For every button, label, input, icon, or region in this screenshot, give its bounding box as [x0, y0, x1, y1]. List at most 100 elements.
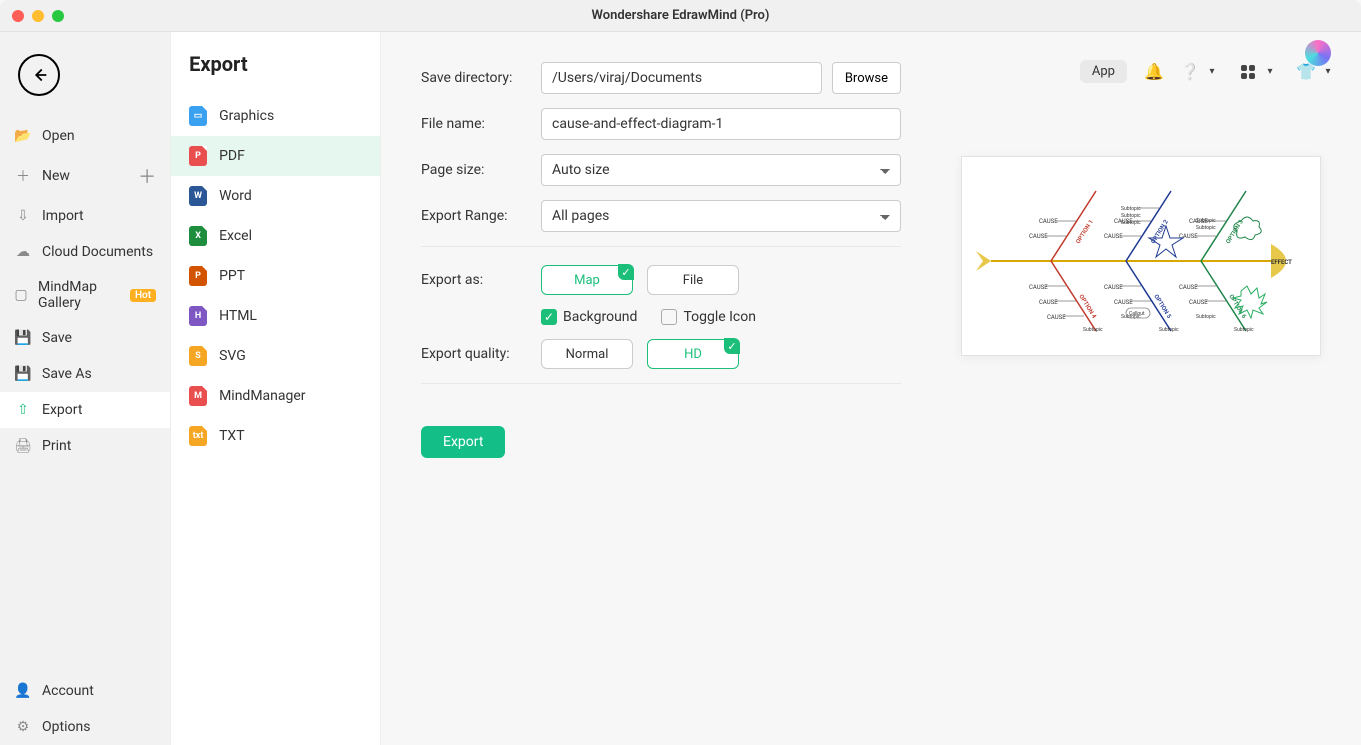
svg-text:CAUSE: CAUSE	[1039, 299, 1058, 306]
quality-label: Export quality:	[421, 346, 541, 362]
shirt-icon[interactable]: 👕	[1297, 63, 1315, 81]
svg-text:Subtopic: Subtopic	[1121, 213, 1141, 219]
pagesize-select[interactable]: Auto size	[541, 154, 901, 186]
sidebar-item-save[interactable]: 💾Save	[0, 320, 170, 356]
svg-text:Subtopic: Subtopic	[1234, 327, 1254, 333]
plus-circle-icon: ＋	[14, 167, 32, 185]
svg-text:CAUSE: CAUSE	[1039, 218, 1058, 225]
txt-icon: txt	[189, 426, 207, 446]
ppt-icon: P	[189, 266, 207, 286]
exportas-file-button[interactable]: File	[647, 265, 739, 295]
pagesize-label: Page size:	[421, 162, 541, 178]
gear-icon: ⚙	[14, 718, 32, 736]
help-caret-icon[interactable]: ▾	[1203, 63, 1221, 81]
save-dir-input[interactable]	[541, 62, 822, 94]
checkbox-checked-icon: ✓	[541, 309, 557, 325]
export-title: Export	[171, 52, 380, 96]
pdf-icon: P	[189, 146, 207, 166]
sidebar-label: Print	[42, 438, 71, 454]
format-ppt[interactable]: PPPT	[171, 256, 380, 296]
svg-text:Subtopic: Subtopic	[1121, 220, 1141, 226]
svg-text:CAUSE: CAUSE	[1029, 284, 1048, 291]
format-graphics[interactable]: ▭Graphics	[171, 96, 380, 136]
save-dir-label: Save directory:	[421, 70, 541, 86]
range-select[interactable]: All pages	[541, 200, 901, 232]
export-button[interactable]: Export	[421, 426, 505, 458]
apps-grid-icon[interactable]	[1239, 63, 1257, 81]
titlebar: Wondershare EdrawMind (Pro)	[0, 0, 1361, 32]
format-mindmanager[interactable]: MMindManager	[171, 376, 380, 416]
toggleicon-checkbox[interactable]: Toggle Icon	[661, 309, 756, 325]
svg-text:CAUSE: CAUSE	[1104, 284, 1123, 291]
svg-icon: S	[189, 346, 207, 366]
svg-text:Subtopic: Subtopic	[1196, 218, 1216, 224]
svg-text:Subtopic: Subtopic	[1196, 314, 1216, 320]
range-label: Export Range:	[421, 208, 541, 224]
sidebar-label: Cloud Documents	[42, 244, 153, 260]
format-html[interactable]: HHTML	[171, 296, 380, 336]
quality-normal-button[interactable]: Normal	[541, 339, 633, 369]
apps-caret-icon[interactable]: ▾	[1261, 63, 1279, 81]
svg-text:Callout: Callout	[1129, 311, 1145, 317]
format-pdf[interactable]: PPDF	[171, 136, 380, 176]
left-sidebar: 📂Open ＋ New ＋ ⇩Import ☁ Cloud Documents ▢Mi…	[0, 32, 171, 745]
svg-text:Subtopic: Subtopic	[1121, 206, 1141, 212]
exportas-map-button[interactable]: Map	[541, 265, 633, 295]
exportas-label: Export as:	[421, 272, 541, 288]
shirt-caret-icon[interactable]: ▾	[1319, 63, 1337, 81]
sidebar-label: New	[42, 168, 70, 184]
format-word[interactable]: WWord	[171, 176, 380, 216]
svg-text:Subtopic: Subtopic	[1196, 225, 1216, 231]
minimize-window[interactable]	[32, 10, 44, 22]
preview-thumbnail: EFFECT	[961, 156, 1321, 356]
background-checkbox[interactable]: ✓Background	[541, 309, 637, 325]
sidebar-item-cloud[interactable]: ☁ Cloud Documents	[0, 234, 170, 270]
svg-text:OPTION 2: OPTION 2	[1150, 218, 1170, 245]
sidebar-item-account[interactable]: 👤 Account	[0, 673, 170, 709]
print-icon: 🖨	[14, 437, 32, 455]
quality-hd-button[interactable]: HD	[647, 339, 739, 369]
sidebar-item-export[interactable]: ⇧Export	[0, 392, 170, 428]
sidebar-item-saveas[interactable]: 💾 Save As	[0, 356, 170, 392]
account-icon: 👤	[14, 682, 32, 700]
sidebar-item-print[interactable]: 🖨 Print	[0, 428, 170, 464]
format-svg[interactable]: SSVG	[171, 336, 380, 376]
help-icon[interactable]: ❔	[1181, 63, 1199, 81]
export-form: Save directory: Browse File name: Page s…	[421, 62, 901, 715]
svg-text:CAUSE: CAUSE	[1029, 233, 1048, 240]
window-title: Wondershare EdrawMind (Pro)	[592, 8, 770, 23]
sidebar-item-new[interactable]: ＋ New ＋	[0, 154, 170, 198]
format-excel[interactable]: XExcel	[171, 216, 380, 256]
graphics-icon: ▭	[189, 106, 207, 126]
back-button[interactable]	[18, 54, 60, 96]
preview-pane: EFFECT	[961, 62, 1321, 715]
format-txt[interactable]: txtTXT	[171, 416, 380, 456]
sidebar-label: Export	[42, 402, 82, 418]
sidebar-label: Save	[42, 330, 72, 346]
word-icon: W	[189, 186, 207, 206]
saveas-icon: 💾	[14, 365, 32, 383]
cloud-icon: ☁	[14, 243, 32, 261]
bell-icon[interactable]: 🔔	[1145, 63, 1163, 81]
sidebar-label: MindMap Gallery	[38, 279, 120, 311]
sidebar-label: Options	[42, 719, 90, 735]
sidebar-label: Save As	[42, 366, 92, 382]
sidebar-item-options[interactable]: ⚙ Options	[0, 709, 170, 745]
plus-icon[interactable]: ＋	[138, 163, 156, 189]
app-button[interactable]: App	[1080, 60, 1127, 83]
window-controls	[12, 10, 64, 22]
close-window[interactable]	[12, 10, 24, 22]
sidebar-label: Open	[42, 128, 75, 144]
sidebar-item-gallery[interactable]: ▢MindMap GalleryHot	[0, 270, 170, 320]
browse-button[interactable]: Browse	[832, 62, 901, 94]
sidebar-label: Account	[42, 683, 94, 699]
sidebar-item-import[interactable]: ⇩Import	[0, 198, 170, 234]
maximize-window[interactable]	[52, 10, 64, 22]
svg-text:CAUSE: CAUSE	[1104, 233, 1123, 240]
export-format-list: Export ▭Graphics PPDF WWord XExcel PPPT …	[171, 32, 381, 745]
svg-text:OPTION 3: OPTION 3	[1225, 218, 1245, 245]
filename-input[interactable]	[541, 108, 901, 140]
sidebar-item-open[interactable]: 📂Open	[0, 118, 170, 154]
mindmanager-icon: M	[189, 386, 207, 406]
svg-text:Subtopic: Subtopic	[1159, 327, 1179, 333]
